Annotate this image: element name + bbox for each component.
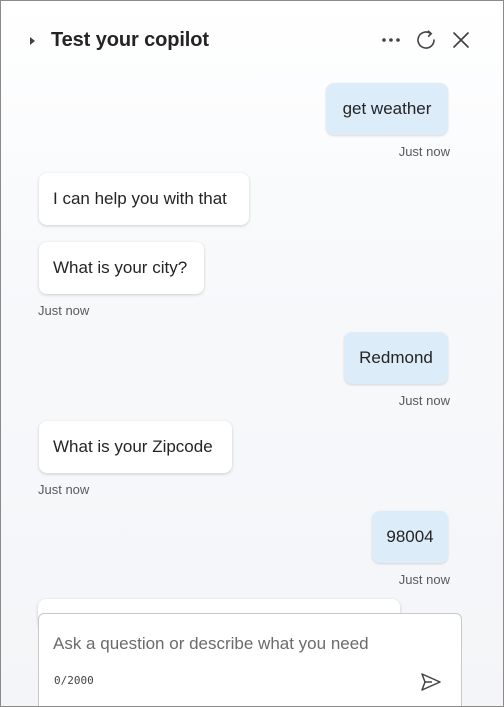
panel-header: Test your copilot [1, 1, 503, 81]
panel-title: Test your copilot [51, 29, 209, 51]
more-horizontal-icon[interactable] [378, 27, 404, 53]
chat-composer: 0/2000 [38, 613, 462, 706]
message-timestamp: Just now [38, 303, 90, 318]
bot-message-bubble: What is your Zipcode [39, 421, 232, 473]
message-timestamp: Just now [38, 482, 90, 497]
message-text: What is your Zipcode [53, 437, 213, 456]
refresh-icon[interactable] [413, 27, 439, 53]
message-text: What is your city? [53, 258, 188, 277]
bot-message-bubble: What is your city? [39, 242, 204, 294]
message-text: I can help you with that [53, 189, 227, 208]
message-timestamp: Just now [398, 393, 450, 408]
message-timestamp: Just now [398, 572, 450, 587]
send-icon[interactable] [418, 670, 444, 694]
test-copilot-panel: Test your copilot get weather Just now I… [0, 0, 504, 707]
user-message-bubble: 98004 [372, 511, 448, 563]
user-message-bubble: get weather [326, 83, 448, 135]
message-timestamp: Just now [398, 144, 450, 159]
message-text: Redmond [359, 348, 433, 367]
message-text: get weather [342, 99, 432, 118]
chat-input[interactable] [53, 632, 443, 656]
bot-message-bubble: I can help you with that [39, 173, 249, 225]
user-message-bubble: Redmond [344, 332, 448, 384]
message-text: 98004 [386, 527, 434, 546]
caret-right-icon[interactable] [27, 34, 37, 48]
close-icon[interactable] [448, 27, 474, 53]
character-counter: 0/2000 [54, 674, 94, 687]
